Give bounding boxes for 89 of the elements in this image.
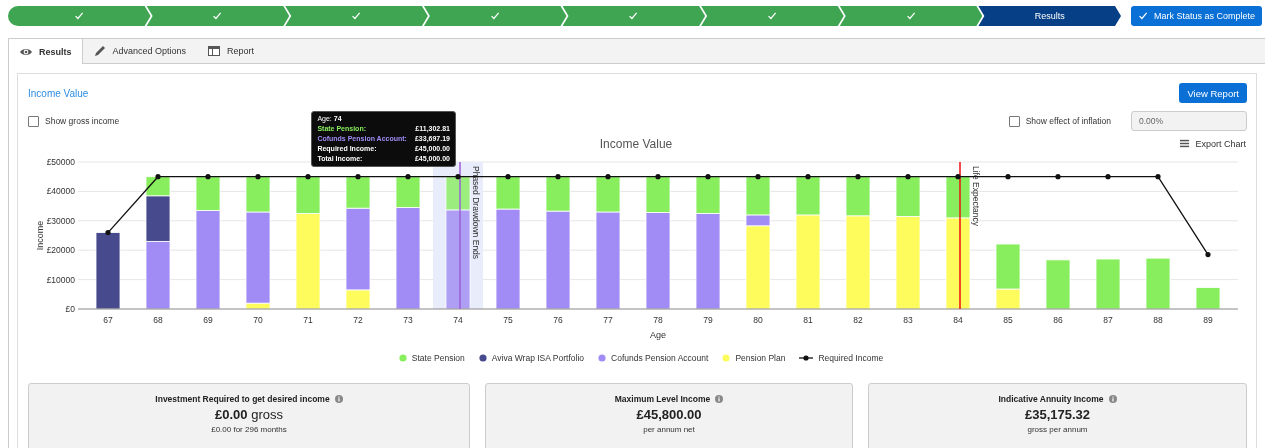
check-icon [489, 10, 501, 22]
progress-step[interactable] [839, 6, 983, 26]
progress-step[interactable] [562, 6, 706, 26]
line-marker-icon [799, 354, 814, 362]
x-axis-label: 79 [703, 315, 713, 325]
checkbox-label[interactable]: Show gross income [45, 116, 120, 126]
x-axis-label: 84 [953, 315, 963, 325]
export-chart-button[interactable]: Export Chart [1179, 138, 1246, 149]
x-axis-label: 88 [1153, 315, 1163, 325]
x-axis-label: 76 [553, 315, 563, 325]
x-axis-label: 69 [203, 315, 213, 325]
x-axis-label: 77 [603, 315, 613, 325]
summary-title: Indicative Annuity Income [998, 394, 1104, 404]
summary-title: Maximum Level Income [614, 394, 711, 404]
legend-item[interactable]: Required Income [799, 353, 884, 363]
check-icon [212, 10, 224, 22]
progress-step[interactable] [285, 6, 428, 26]
y-axis-label: £10000 [46, 274, 75, 285]
legend-item[interactable]: Pension Plan [722, 353, 786, 363]
table-icon [207, 44, 222, 58]
x-axis-label: 85 [1003, 315, 1013, 325]
view-report-button[interactable]: View Report [1179, 83, 1247, 103]
x-axis-label: 71 [303, 315, 313, 325]
check-icon [628, 10, 640, 22]
x-axis-label: 67 [103, 315, 113, 325]
checkbox[interactable] [28, 115, 39, 127]
tab[interactable]: Results [9, 39, 83, 64]
check-icon [766, 10, 778, 22]
summary-note: gross per annum [1027, 425, 1088, 434]
progress-step[interactable] [8, 6, 151, 26]
progress-step[interactable] [701, 6, 844, 26]
progress-step[interactable] [146, 6, 290, 26]
x-axis-label: 73 [403, 315, 413, 325]
summary-value: £45,800.00 [636, 407, 702, 422]
menu-icon [1179, 138, 1191, 149]
check-icon [905, 10, 917, 22]
chart-bar [1045, 259, 1071, 310]
legend-item[interactable]: Cofunds Pension Account [598, 353, 709, 363]
legend-item[interactable]: Aviva Wrap ISA Portfolio [478, 353, 585, 363]
summary-note: per annum net [643, 425, 695, 434]
check-icon [1137, 10, 1149, 22]
pencil-icon [92, 44, 107, 58]
dot-icon [478, 354, 487, 362]
progress-step[interactable]: Results [978, 6, 1121, 26]
x-axis-label: 83 [903, 315, 913, 325]
summary-value: £0.00 gross [215, 407, 283, 422]
y-axis-title: Income [35, 220, 45, 251]
progress-step[interactable] [423, 6, 567, 26]
x-axis-label: 81 [803, 315, 813, 325]
chart-bar [1095, 258, 1121, 310]
x-axis-label: 89 [1203, 315, 1213, 325]
info-icon[interactable] [1108, 395, 1117, 403]
plot-line-label: Phased Drawdown Ends [471, 166, 481, 260]
x-axis-label: 74 [453, 315, 463, 325]
dot-icon [398, 354, 407, 362]
check-icon [73, 10, 85, 22]
checkbox[interactable] [1008, 115, 1020, 127]
tab[interactable]: Advanced Options [82, 39, 198, 63]
x-axis-label: 80 [753, 315, 763, 325]
x-axis-title: Age [650, 330, 666, 340]
y-axis-label: £30000 [46, 215, 75, 226]
check-icon [351, 10, 363, 22]
mark-complete-button[interactable]: Mark Status as Complete [1130, 6, 1262, 26]
x-axis-label: 70 [253, 315, 263, 325]
y-axis-label: £0 [65, 304, 75, 314]
x-axis-label: 87 [1103, 315, 1113, 325]
summary-value: £35,175.32 [1024, 407, 1091, 422]
chart-bar [1195, 287, 1221, 310]
y-axis-label: £50000 [46, 157, 75, 167]
section-title: Income Value [28, 87, 89, 99]
summary-note: £0.00 for 296 months [211, 425, 287, 434]
dot-icon [598, 354, 607, 362]
x-axis-label: 86 [1053, 315, 1063, 325]
x-axis-label: 72 [353, 315, 363, 325]
summary-title: Investment Required to get desired income [155, 394, 330, 404]
info-icon[interactable] [334, 395, 343, 403]
x-axis-label: 75 [503, 315, 513, 325]
x-axis-label: 78 [653, 315, 663, 325]
checkbox-label[interactable]: Show effect of inflation [1025, 116, 1111, 126]
y-axis-label: £20000 [46, 245, 75, 256]
info-icon[interactable] [715, 395, 724, 403]
dot-icon [722, 354, 731, 362]
chart-title: Income Value [599, 136, 673, 151]
legend-item[interactable]: State Pension [398, 353, 465, 363]
chart-bar [1145, 257, 1171, 310]
tab[interactable]: Report [197, 39, 266, 63]
y-axis-label: £40000 [46, 186, 75, 197]
x-axis-label: 68 [153, 315, 163, 325]
x-axis-label: 82 [853, 315, 863, 325]
